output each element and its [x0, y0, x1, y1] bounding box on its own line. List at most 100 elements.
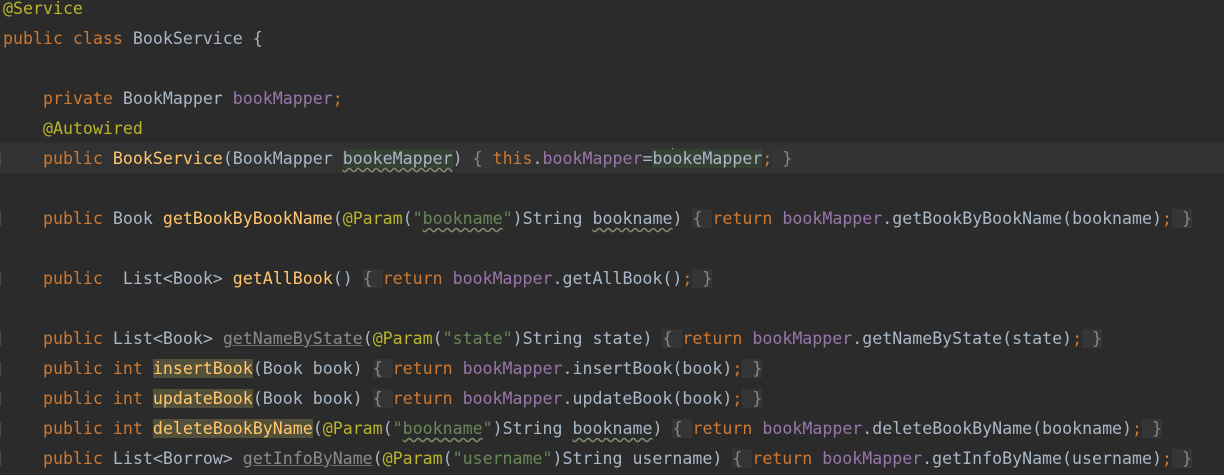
- code-token: }: [1171, 449, 1192, 468]
- code-token: )String: [492, 419, 573, 438]
- code-token: .deleteBookByName(bookname): [862, 419, 1133, 438]
- code-token: bookMapper: [232, 89, 333, 108]
- code-line[interactable]: public List<Borrow> getInfoByName(@Param…: [3, 444, 1192, 474]
- code-token: .getInfoByName(username): [922, 449, 1162, 468]
- code-token: (: [402, 209, 413, 228]
- code-token: public class: [3, 29, 133, 48]
- code-token: bookMapper: [822, 449, 923, 468]
- code-token: }: [1082, 329, 1103, 348]
- code-token: public: [3, 149, 113, 168]
- code-token: return: [392, 389, 463, 408]
- code-token: {: [662, 329, 683, 348]
- code-token: "state": [442, 329, 513, 348]
- code-token: (: [362, 329, 373, 348]
- code-line[interactable]: public class BookService {: [3, 24, 263, 54]
- code-token: bo: [652, 149, 673, 168]
- code-token: public: [3, 209, 113, 228]
- code-token: List<Book>: [122, 269, 233, 288]
- code-token: ): [652, 419, 673, 438]
- code-token: ): [672, 209, 693, 228]
- code-token: deleteBookByName: [152, 419, 313, 438]
- code-token: ": [482, 419, 493, 438]
- code-token: return: [682, 329, 753, 348]
- code-token: ;: [1161, 449, 1172, 468]
- code-token: bookMapper: [462, 389, 563, 408]
- code-token: ": [502, 209, 513, 228]
- code-token: @Service: [3, 0, 83, 18]
- indent-guide: [0, 212, 1, 226]
- code-token: ": [392, 419, 403, 438]
- code-token: {: [692, 209, 713, 228]
- indent-guide: [0, 272, 1, 286]
- code-line[interactable]: @Service: [3, 0, 83, 24]
- code-token: return: [692, 419, 763, 438]
- code-line[interactable]: public List<Book> getAllBook() { return …: [3, 264, 713, 294]
- code-line[interactable]: public int deleteBookByName(@Param("book…: [3, 414, 1163, 444]
- code-token: Book: [112, 209, 163, 228]
- code-token: this: [492, 149, 533, 168]
- code-token: public: [3, 329, 113, 348]
- indent-guide: [0, 332, 1, 346]
- code-token: bookMapper: [752, 329, 853, 348]
- code-token: }: [1172, 209, 1192, 228]
- code-token: ;: [732, 389, 743, 408]
- code-token: bookMapper: [462, 359, 563, 378]
- code-token: bookname: [402, 419, 483, 438]
- code-token: @Param: [372, 329, 433, 348]
- code-token: }: [742, 389, 763, 408]
- code-token: bookMapper: [452, 269, 553, 288]
- code-token: ;: [1072, 329, 1083, 348]
- code-token: public: [3, 449, 113, 468]
- code-line[interactable]: @Autowired: [3, 114, 143, 144]
- code-token: ": [412, 209, 423, 228]
- code-line[interactable]: public int insertBook(Book book) { retur…: [3, 354, 763, 384]
- code-line[interactable]: public int updateBook(Book book) { retur…: [3, 384, 763, 414]
- code-token: )String username): [552, 449, 733, 468]
- code-token: getAllBook: [232, 269, 333, 288]
- code-token: bookMapper: [542, 149, 643, 168]
- code-token: private: [3, 89, 123, 108]
- code-token: getInfoByName: [242, 449, 373, 468]
- code-token: .: [532, 149, 543, 168]
- code-token: bookname: [572, 419, 653, 438]
- code-line[interactable]: public BookService(BookMapper bookeMappe…: [3, 144, 793, 174]
- code-token: public int: [3, 419, 153, 438]
- code-token: (: [312, 419, 323, 438]
- code-token: return: [392, 359, 463, 378]
- code-token: =: [642, 149, 653, 168]
- code-token: updateBook: [152, 389, 253, 408]
- code-editor[interactable]: @Service public class BookService { priva…: [0, 0, 1224, 475]
- code-token: .getNameByState(state): [852, 329, 1073, 348]
- code-token: {: [362, 269, 383, 288]
- code-token: okeMapper: [672, 149, 763, 168]
- indent-guide: [0, 452, 1, 466]
- code-token: (): [332, 269, 363, 288]
- code-token: ;: [332, 89, 343, 108]
- code-token: bookMapper: [782, 209, 883, 228]
- code-line[interactable]: public List<Book> getNameByState(@Param(…: [3, 324, 1103, 354]
- code-line[interactable]: public Book getBookByBookName(@Param("bo…: [3, 204, 1192, 234]
- code-token: )String state): [512, 329, 663, 348]
- code-token: insertBook: [152, 359, 253, 378]
- code-token: (Book book): [252, 389, 373, 408]
- code-token: (BookMapper: [222, 149, 343, 168]
- code-line[interactable]: private BookMapper bookMapper;: [3, 84, 343, 114]
- code-token: ;: [1162, 209, 1173, 228]
- code-token: .getBookByBookName(bookname): [882, 209, 1163, 228]
- code-token: {: [372, 389, 393, 408]
- code-token: public int: [3, 359, 153, 378]
- code-token: ): [452, 149, 473, 168]
- code-token: .getAllBook(): [552, 269, 683, 288]
- code-token: }: [772, 149, 793, 168]
- code-token: )String: [512, 209, 593, 228]
- code-token: return: [712, 209, 783, 228]
- code-token: bookname: [422, 209, 503, 228]
- code-token: List<Book>: [112, 329, 223, 348]
- code-token: @Param: [342, 209, 403, 228]
- code-token: @Param: [322, 419, 383, 438]
- code-token: @Autowired: [3, 119, 143, 138]
- code-token: }: [742, 359, 763, 378]
- code-token: }: [1142, 419, 1163, 438]
- code-token: {: [472, 149, 493, 168]
- indent-guide: [0, 152, 1, 166]
